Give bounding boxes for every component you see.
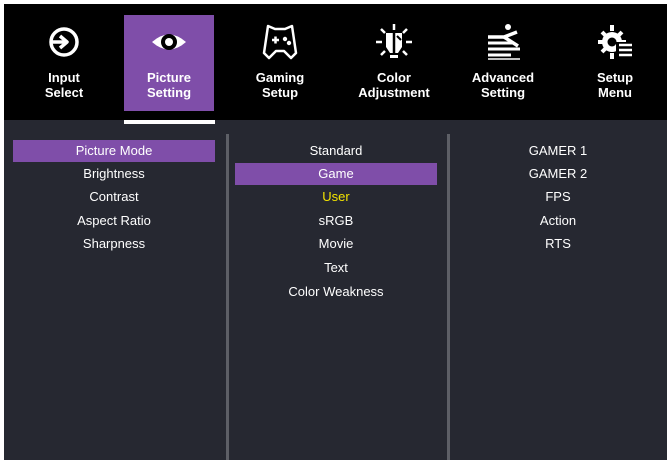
column-divider-left bbox=[226, 134, 229, 460]
mode-option-user[interactable]: User bbox=[235, 186, 437, 208]
preset-option-gamer-1[interactable]: GAMER 1 bbox=[456, 140, 660, 162]
osd-frame: Input Select Picture Setting Gaming Setu… bbox=[4, 4, 667, 460]
menu-item-contrast[interactable]: Contrast bbox=[13, 186, 215, 208]
mode-option-movie[interactable]: Movie bbox=[235, 233, 437, 255]
monitor-osd: Input Select Picture Setting Gaming Setu… bbox=[0, 0, 671, 464]
column-divider-right bbox=[447, 134, 450, 460]
tab-advanced-setting-label: Advanced Setting bbox=[471, 70, 535, 100]
tab-gaming-setup-label: Gaming Setup bbox=[255, 70, 305, 100]
picture-eye-icon bbox=[124, 23, 214, 61]
color-bulb-icon bbox=[349, 23, 439, 61]
tab-advanced-setting[interactable]: Advanced Setting bbox=[458, 15, 548, 111]
preset-option-rts[interactable]: RTS bbox=[456, 233, 660, 255]
tab-input-select[interactable]: Input Select bbox=[19, 15, 109, 111]
mode-option-text[interactable]: Text bbox=[235, 257, 437, 279]
preset-option-action[interactable]: Action bbox=[456, 210, 660, 232]
active-tab-indicator bbox=[124, 120, 215, 124]
menu-item-brightness[interactable]: Brightness bbox=[13, 163, 215, 185]
mode-option-color-weakness[interactable]: Color Weakness bbox=[235, 281, 437, 303]
menu-item-aspect-ratio[interactable]: Aspect Ratio bbox=[13, 210, 215, 232]
mode-option-game[interactable]: Game bbox=[235, 163, 437, 185]
tab-input-select-label: Input Select bbox=[44, 70, 84, 100]
tab-picture-setting[interactable]: Picture Setting bbox=[124, 15, 214, 111]
preset-option-fps[interactable]: FPS bbox=[456, 186, 660, 208]
tab-picture-setting-label: Picture Setting bbox=[146, 70, 192, 100]
menu-item-picture-mode[interactable]: Picture Mode bbox=[13, 140, 215, 162]
tab-color-adjustment[interactable]: Color Adjustment bbox=[349, 15, 439, 111]
tab-setup-menu[interactable]: Setup Menu bbox=[570, 15, 660, 111]
tab-gaming-setup[interactable]: Gaming Setup bbox=[235, 15, 325, 111]
mode-option-srgb[interactable]: sRGB bbox=[235, 210, 437, 232]
mode-option-standard[interactable]: Standard bbox=[235, 140, 437, 162]
tab-setup-menu-label: Setup Menu bbox=[596, 70, 634, 100]
tab-bar: Input Select Picture Setting Gaming Setu… bbox=[4, 4, 667, 120]
gamepad-icon bbox=[235, 23, 325, 61]
input-select-icon bbox=[19, 23, 109, 61]
tab-color-adjustment-label: Color Adjustment bbox=[358, 70, 430, 100]
setup-gear-icon bbox=[570, 23, 660, 61]
preset-option-gamer-2[interactable]: GAMER 2 bbox=[456, 163, 660, 185]
menu-item-sharpness[interactable]: Sharpness bbox=[13, 233, 215, 255]
advanced-setting-icon bbox=[458, 23, 548, 61]
